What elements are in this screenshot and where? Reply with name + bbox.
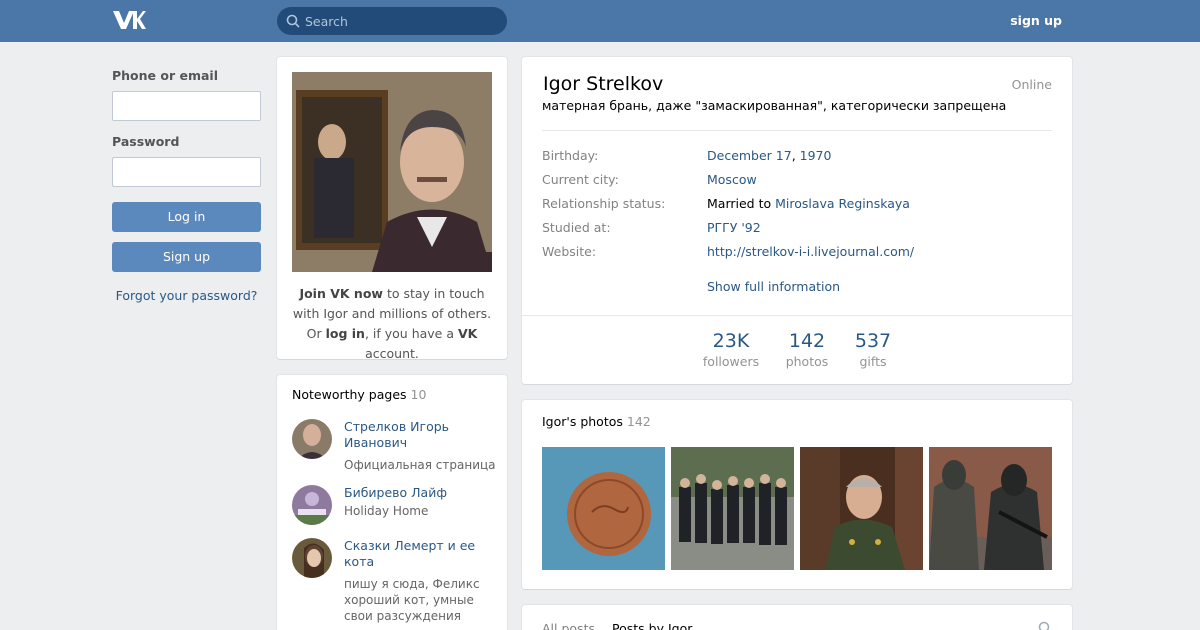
top-header: Search sign up <box>0 0 1200 42</box>
password-label: Password <box>112 134 180 149</box>
phone-input[interactable] <box>112 91 261 121</box>
noteworthy-pages-card: Noteworthy pages 10 Стрелков Игорь Иванов… <box>277 375 507 630</box>
phone-label: Phone or email <box>112 68 218 83</box>
city-link[interactable]: Moscow <box>707 172 757 187</box>
counter-label: photos <box>785 354 829 369</box>
counter-value: 537 <box>854 330 892 352</box>
photos-counter[interactable]: 142 photos <box>780 330 834 369</box>
search-icon[interactable] <box>1038 621 1052 630</box>
photo-thumbnail[interactable] <box>671 447 794 570</box>
birthday-year-link[interactable]: 1970 <box>800 148 832 163</box>
or-text: Or <box>306 326 326 341</box>
profile-photo[interactable] <box>292 72 492 272</box>
noteworthy-title: Noteworthy pages <box>292 387 407 402</box>
noteworthy-count: 10 <box>410 387 427 402</box>
relationship-value: Married to Miroslava Reginskaya <box>707 196 910 211</box>
counter-value: 23K <box>712 330 750 352</box>
page-desc: Официальная страница <box>344 458 496 472</box>
counter-label: followers <box>702 354 760 369</box>
website-link[interactable]: http://strelkov-i-i.livejournal.com/ <box>707 244 914 259</box>
vk-logo[interactable] <box>112 9 146 31</box>
gifts-counter[interactable]: 537 gifts <box>848 330 898 369</box>
birthday-day-link[interactable]: December 17 <box>707 148 792 163</box>
join-link[interactable]: Join VK now <box>299 286 383 301</box>
join-prompt: Join VK now to stay in touch with Igor a… <box>287 284 497 364</box>
online-status: Online <box>1011 77 1052 92</box>
show-full-info-link[interactable]: Show full information <box>707 279 840 294</box>
search-input[interactable]: Search <box>277 7 507 35</box>
photos-count: 142 <box>626 414 651 429</box>
forgot-password-link[interactable]: Forgot your password? <box>112 288 261 303</box>
relationship-label: Relationship status: <box>542 196 666 211</box>
photo-thumbnail[interactable] <box>929 447 1052 570</box>
account-text: account. <box>365 346 419 361</box>
avatar-card: Join VK now to stay in touch with Igor a… <box>277 57 507 361</box>
tab-posts-by-igor[interactable]: Posts by Igor <box>612 621 692 630</box>
birthday-value: December 17, 1970 <box>707 148 831 163</box>
vk-word: VK <box>457 326 478 341</box>
photo-thumbnail[interactable] <box>542 447 665 570</box>
counter-label: gifts <box>859 354 887 369</box>
profile-name: Igor Strelkov <box>543 73 664 95</box>
birthday-label: Birthday: <box>542 148 599 163</box>
list-item[interactable]: Сказки Лемерт и ее кота пишу я сюда, Фел… <box>292 538 497 628</box>
photos-title: Igor's photos <box>542 414 623 429</box>
page-desc: пишу я сюда, Феликс хороший кот, умные с… <box>344 577 480 623</box>
photo-thumbnail[interactable] <box>800 447 923 570</box>
page-avatar[interactable] <box>292 485 332 525</box>
website-label: Website: <box>542 244 597 259</box>
divider <box>522 315 1072 316</box>
page-name[interactable]: Стрелков Игорь Иванович <box>344 419 494 451</box>
login-button[interactable]: Log in <box>112 202 261 232</box>
posts-card: All posts Posts by Igor <box>522 605 1072 630</box>
photos-header[interactable]: Igor's photos 142 <box>542 414 651 429</box>
noteworthy-header[interactable]: Noteworthy pages 10 <box>292 387 426 402</box>
tab-all-posts[interactable]: All posts <box>542 621 595 630</box>
password-input[interactable] <box>112 157 261 187</box>
counter-value: 142 <box>788 330 826 352</box>
list-item[interactable]: Бибирево Лайф Holiday Home <box>292 485 497 530</box>
page-avatar[interactable] <box>292 538 332 578</box>
header-signup-link[interactable]: sign up <box>1010 13 1062 28</box>
relationship-prefix: Married to <box>707 196 776 211</box>
login-link[interactable]: log in <box>326 326 365 341</box>
page-avatar[interactable] <box>292 419 332 459</box>
studied-link[interactable]: РГГУ '92 <box>707 220 761 235</box>
signup-button[interactable]: Sign up <box>112 242 261 272</box>
page-name[interactable]: Бибирево Лайф <box>344 485 494 501</box>
list-item[interactable]: Стрелков Игорь Иванович Официальная стра… <box>292 419 497 479</box>
page-desc: Holiday Home <box>344 504 429 518</box>
if-text: , if you have a <box>364 326 458 341</box>
studied-label: Studied at: <box>542 220 611 235</box>
photos-card: Igor's photos 142 <box>522 400 1072 589</box>
search-placeholder: Search <box>305 14 348 29</box>
divider <box>542 130 1052 131</box>
partner-link[interactable]: Miroslava Reginskaya <box>775 196 910 211</box>
city-label: Current city: <box>542 172 619 187</box>
followers-counter[interactable]: 23K followers <box>698 330 764 369</box>
search-icon <box>286 14 300 28</box>
profile-status-text: матерная брань, даже "замаскированная", … <box>542 98 1007 113</box>
profile-info-card: Igor Strelkov Online матерная брань, даж… <box>522 57 1072 384</box>
birthday-comma: , <box>791 148 800 163</box>
page-name[interactable]: Сказки Лемерт и ее кота <box>344 538 494 570</box>
